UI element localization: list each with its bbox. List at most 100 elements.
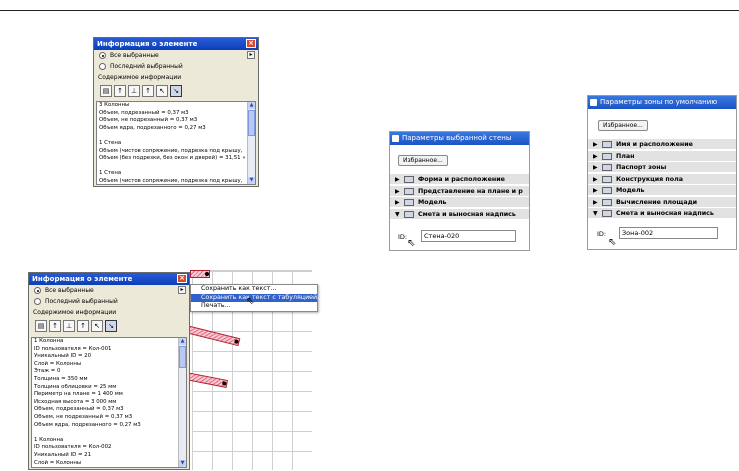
radio-all-selected[interactable]: Все выбранные ▸	[29, 285, 189, 296]
info-line: Периметр на плане = 1 400 мм	[34, 391, 123, 398]
info-line	[97, 163, 255, 171]
pointer-icon[interactable]: ↖	[156, 85, 168, 97]
settings-icon	[392, 135, 399, 142]
expand-triangle-icon[interactable]: ▶	[593, 139, 598, 149]
element-info-window-top: Информация о элементе × Все выбранные ▸ По…	[93, 37, 259, 187]
expand-triangle-icon[interactable]: ▼	[593, 208, 598, 218]
scroll-up-icon[interactable]: ▲	[248, 102, 255, 109]
settings-section-row[interactable]: ▶ Модель	[390, 197, 529, 208]
window-title-bar[interactable]: Информация о элементе ×	[94, 38, 258, 50]
scroll-down-icon[interactable]: ▼	[248, 177, 255, 184]
scroll-down-icon[interactable]: ▼	[179, 460, 186, 467]
section-icon	[602, 141, 612, 148]
settings-section-row[interactable]: ▶ Форма и расположение	[390, 174, 529, 185]
id-field[interactable]: Зона-002	[619, 227, 718, 239]
document-icon[interactable]: ▤	[35, 320, 47, 332]
pointer-selected-icon[interactable]: ↘	[105, 320, 117, 332]
step-icon[interactable]: ⊥	[128, 85, 140, 97]
step-icon[interactable]: ⊥	[63, 320, 75, 332]
info-line: Слой = Колонны	[34, 459, 82, 466]
info-line: 1 Стена	[99, 170, 122, 177]
window-title: Информация о элементе	[97, 40, 198, 48]
wall-element[interactable]	[190, 270, 210, 278]
window-title-bar[interactable]: Параметры выбранной стены	[390, 132, 529, 145]
id-label: ID:	[398, 233, 408, 241]
info-line: Объем, не подрезанный = 0,37 м3	[99, 117, 198, 124]
info-text-area[interactable]: 3 Колонны Объем, подрезанный = 0,37 м3 Объ…	[96, 101, 256, 185]
expand-triangle-icon[interactable]: ▶	[593, 185, 598, 195]
favorites-button[interactable]: Избранное...	[598, 120, 648, 131]
section-label: Вычисление площади	[616, 198, 698, 206]
radio-icon[interactable]	[34, 287, 41, 294]
section-label: План	[616, 152, 635, 160]
info-line: ID пользователя = Кол-002	[34, 444, 112, 451]
info-line: Объем, подрезанный = 0,37 м3	[34, 406, 124, 413]
expand-triangle-icon[interactable]: ▶	[395, 186, 400, 196]
settings-section-row[interactable]: ▶ Имя и расположение	[588, 139, 736, 150]
section-label: Представление на плане и р	[418, 187, 523, 195]
scroll-thumb[interactable]	[248, 110, 255, 136]
scroll-thumb[interactable]	[179, 346, 186, 368]
expand-triangle-icon[interactable]: ▶	[395, 174, 400, 184]
document-icon[interactable]: ▤	[100, 85, 112, 97]
radio-last-selected[interactable]: Последний выбранный	[29, 296, 189, 307]
info-line	[32, 429, 186, 437]
mouse-cursor-icon: ⇖	[407, 238, 416, 249]
scrollbar[interactable]: ▲ ▼	[178, 338, 186, 467]
top-rule	[0, 10, 739, 11]
settings-section-row[interactable]: ▶ Вычисление площади	[588, 196, 736, 208]
info-line: Слой = Колонны	[34, 360, 82, 367]
expand-triangle-icon[interactable]: ▶	[593, 151, 598, 161]
radio-last-selected[interactable]: Последний выбранный	[94, 61, 258, 72]
expand-triangle-icon[interactable]: ▶	[395, 197, 400, 207]
radio-label: Последний выбранный	[110, 63, 183, 70]
settings-section-row[interactable]: ▶ Паспорт зоны	[588, 162, 736, 173]
expand-triangle-icon[interactable]: ▼	[395, 209, 400, 219]
scroll-up-icon[interactable]: ▲	[179, 338, 186, 345]
radio-icon[interactable]	[99, 52, 106, 59]
menu-item[interactable]: Сохранить как текст...	[191, 285, 317, 294]
favorites-button[interactable]: Избранное...	[398, 155, 448, 166]
section-label: Имя и расположение	[616, 141, 693, 148]
id-field[interactable]: Стена-020	[421, 230, 516, 242]
info-text-area[interactable]: 1 Колонна ID пользователя = Кол-001 Уникал…	[31, 337, 187, 468]
settings-section-row[interactable]: ▶ Конструкция пола	[588, 173, 736, 185]
pointer-selected-icon[interactable]: ↘	[170, 85, 182, 97]
settings-section-row[interactable]: ▶ Представление на плане и р	[390, 185, 529, 197]
section-icon	[602, 210, 612, 217]
up-line-icon[interactable]: ↑	[142, 85, 154, 97]
pointer-icon[interactable]: ↖	[91, 320, 103, 332]
expand-triangle-icon[interactable]: ▶	[593, 174, 598, 184]
section-icon	[602, 198, 612, 206]
close-button[interactable]: ×	[177, 274, 187, 283]
scrollbar[interactable]: ▲ ▼	[247, 102, 255, 184]
expand-triangle-icon[interactable]: ▶	[593, 162, 598, 172]
close-button[interactable]: ×	[246, 39, 256, 48]
settings-section-row[interactable]: ▼ Смета и выносная надпись	[588, 208, 736, 219]
arrow-up-icon[interactable]: ↑	[49, 320, 61, 332]
section-icon	[602, 187, 612, 194]
settings-section-row[interactable]: ▶ Модель	[588, 185, 736, 196]
info-line: Объем ядра, подрезанного = 0,27 м3	[34, 421, 141, 428]
up-line-icon[interactable]: ↑	[77, 320, 89, 332]
section-label: Форма и расположение	[418, 176, 505, 183]
id-label: ID:	[597, 230, 607, 238]
radio-icon[interactable]	[99, 63, 106, 70]
radio-icon[interactable]	[34, 298, 41, 305]
window-title-bar[interactable]: Параметры зоны по умолчанию	[588, 96, 736, 109]
info-line: Толщина = 350 мм	[34, 375, 88, 382]
settings-section-row[interactable]: ▶ План	[588, 150, 736, 162]
settings-section-row[interactable]: ▼ Смета и выносная надпись	[390, 208, 529, 220]
section-icon	[602, 175, 612, 183]
window-title: Параметры зоны по умолчанию	[600, 98, 718, 106]
radio-all-selected[interactable]: Все выбранные ▸	[94, 50, 258, 61]
info-line: Объем ядра, подрезанного = 0,27 м3	[99, 124, 206, 131]
section-icon	[404, 210, 414, 218]
expand-triangle-icon[interactable]: ▶	[593, 197, 598, 207]
menu-arrow-button[interactable]: ▸	[178, 286, 186, 294]
content-toolbar: ▤ ↑ ⊥ ↑ ↖ ↘	[94, 83, 258, 99]
window-title-bar[interactable]: Информация о элементе ×	[29, 273, 189, 285]
arrow-up-icon[interactable]: ↑	[114, 85, 126, 97]
menu-arrow-button[interactable]: ▸	[247, 51, 255, 59]
section-icon	[602, 152, 612, 160]
